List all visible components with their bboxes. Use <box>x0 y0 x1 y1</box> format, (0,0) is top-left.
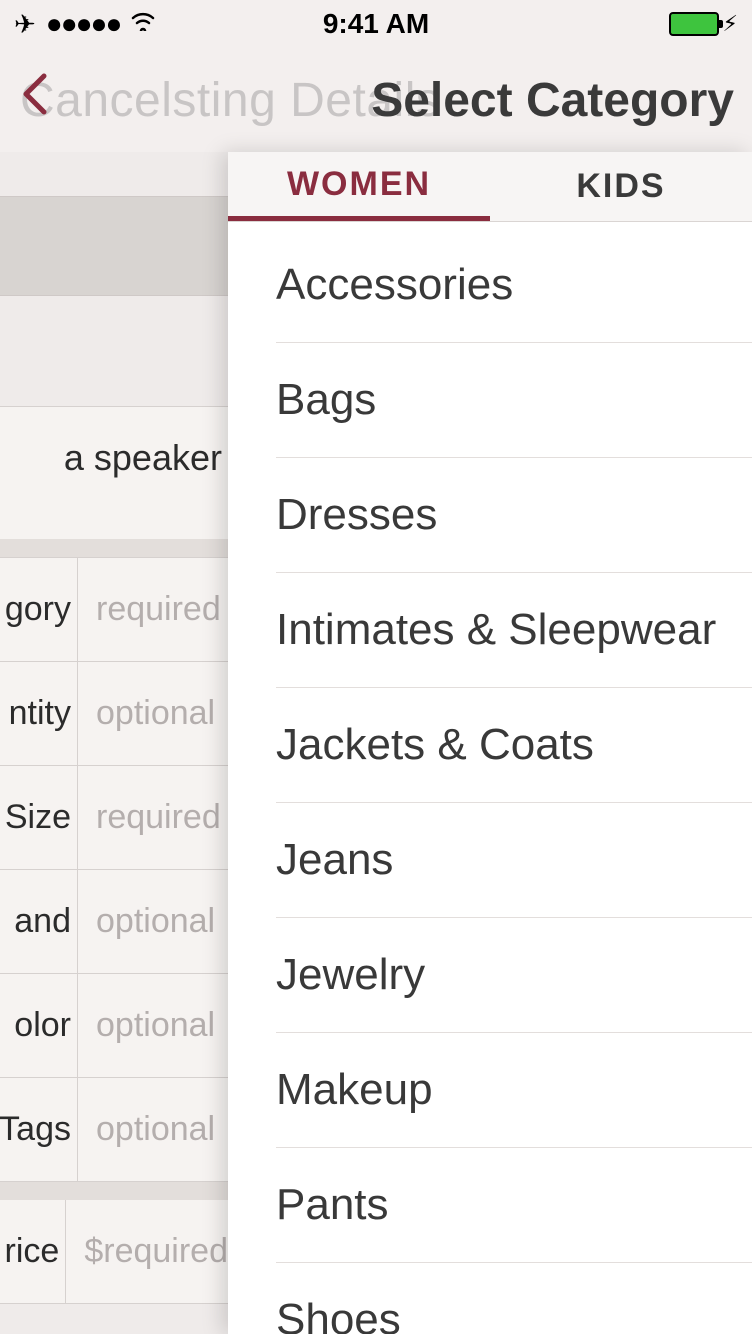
signal-dots-icon: ●●●●● <box>46 10 121 38</box>
form-row-tags[interactable]: Tags optional <box>0 1078 228 1182</box>
form-spacer <box>0 1182 228 1200</box>
form-label: Size <box>0 766 78 869</box>
form-value: required <box>78 590 228 629</box>
tab-kids[interactable]: KIDS <box>490 152 752 221</box>
category-item-intimates[interactable]: Intimates & Sleepwear <box>276 573 752 688</box>
status-right: ⚡︎ <box>669 11 738 37</box>
form-label: and <box>0 870 78 973</box>
category-item-shoes[interactable]: Shoes <box>276 1263 752 1334</box>
category-thtabs: WOMEN KIDS <box>228 152 752 222</box>
form-value: optional <box>78 1006 228 1045</box>
wifi-icon <box>130 10 156 38</box>
form-label: Tags <box>0 1078 78 1181</box>
category-item-jeans[interactable]: Jeans <box>276 803 752 918</box>
form-row-size[interactable]: Size required <box>0 766 228 870</box>
header-title: Select Category <box>371 73 734 128</box>
form-row-brand[interactable]: and optional <box>0 870 228 974</box>
status-left: ✈︎ ●●●●● <box>14 9 156 40</box>
form-value: optional <box>78 694 228 733</box>
form-value: optional <box>78 902 228 941</box>
back-button[interactable] <box>18 70 54 130</box>
category-item-bags[interactable]: Bags <box>276 343 752 458</box>
category-item-pants[interactable]: Pants <box>276 1148 752 1263</box>
airplane-mode-icon: ✈︎ <box>14 9 36 40</box>
category-list[interactable]: Accessories Bags Dresses Intimates & Sle… <box>228 222 752 1334</box>
listing-title-row: a speaker <box>0 406 228 539</box>
form-row-quantity[interactable]: ntity optional <box>0 662 228 766</box>
category-item-accessories[interactable]: Accessories <box>276 222 752 343</box>
form-spacer <box>0 539 228 557</box>
form-label: gory <box>0 558 78 661</box>
category-item-dresses[interactable]: Dresses <box>276 458 752 573</box>
tab-women[interactable]: WOMEN <box>228 152 490 221</box>
category-panel: WOMEN KIDS Accessories Bags Dresses Inti… <box>228 152 752 1334</box>
category-item-jewelry[interactable]: Jewelry <box>276 918 752 1033</box>
form-value: optional <box>78 1110 228 1149</box>
category-item-makeup[interactable]: Makeup <box>276 1033 752 1148</box>
form-row-category[interactable]: gory required <box>0 558 228 662</box>
battery-icon <box>669 12 719 36</box>
category-item-jackets[interactable]: Jackets & Coats <box>276 688 752 803</box>
form-row-price[interactable]: rice $required <box>0 1200 228 1304</box>
header: Cancelsting Details Select Category <box>0 48 752 152</box>
form-label: ntity <box>0 662 78 765</box>
listing-form: gory required ntity optional Size requir… <box>0 557 228 1304</box>
form-row-color[interactable]: olor optional <box>0 974 228 1078</box>
background-listing-form: a speaker gory required ntity optional S… <box>0 152 228 1334</box>
charging-icon: ⚡︎ <box>723 11 738 37</box>
form-value: $required <box>66 1232 228 1271</box>
form-label: olor <box>0 974 78 1077</box>
form-label: rice <box>0 1200 66 1303</box>
status-time: 9:41 AM <box>323 8 429 40</box>
status-bar: ✈︎ ●●●●● 9:41 AM ⚡︎ <box>0 0 752 48</box>
form-value: required <box>78 798 228 837</box>
listing-title-fragment: a speaker <box>0 437 222 479</box>
listing-image-placeholder <box>0 196 228 296</box>
